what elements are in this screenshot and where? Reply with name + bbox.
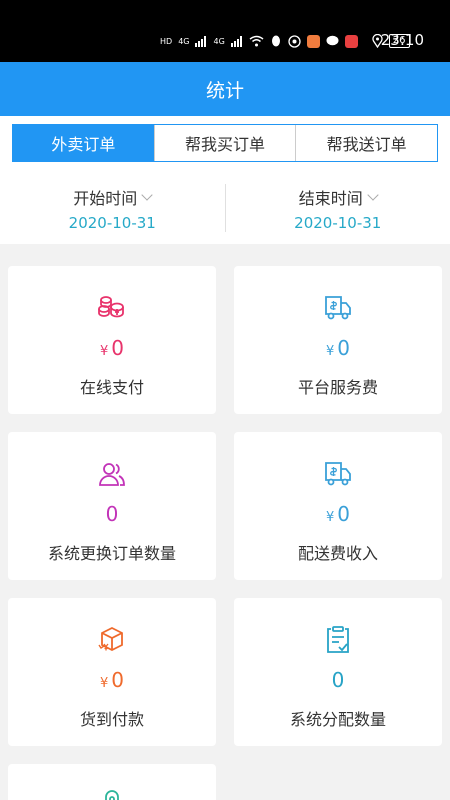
stat-value: 0 (331, 668, 345, 692)
signal-icon (195, 35, 207, 47)
stat-value: 0 (105, 502, 119, 526)
status-bar: HD 4G 4G 26 23:10 (0, 0, 450, 62)
stat-value: 0 (111, 336, 124, 360)
chevron-down-icon (367, 188, 379, 201)
tab-takeout-orders[interactable]: 外卖订单 (13, 125, 154, 161)
location-pin-icon (96, 788, 128, 800)
start-date-picker[interactable]: 开始时间 2020-10-31 (0, 178, 225, 238)
chat-icon (326, 35, 339, 46)
message-app-icon (306, 34, 320, 48)
stat-label: 配送费收入 (297, 544, 378, 563)
stat-label: 系统分配数量 (289, 710, 386, 729)
app-icon (288, 34, 301, 48)
tab-buy-for-me-orders[interactable]: 帮我买订单 (153, 125, 296, 161)
coins-stack-icon (96, 292, 128, 324)
end-date-picker[interactable]: 结束时间 2020-10-31 (226, 178, 450, 238)
delivery-truck-icon (322, 292, 354, 324)
stat-card-system-assigned-count[interactable]: 0 系统分配数量 (234, 598, 442, 746)
stat-value: 0 (337, 336, 350, 360)
currency-symbol: ¥ (325, 344, 335, 359)
clock: 23:10 (380, 31, 424, 49)
network-4g-indicator-2: 4G (213, 36, 225, 46)
stat-label: 货到付款 (79, 710, 144, 729)
stat-card-delivery-fee-income[interactable]: ¥ 0 配送费收入 (234, 432, 442, 580)
stat-card-system-reassigned-orders[interactable]: 0 系统更换订单数量 (8, 432, 216, 580)
stat-card-partial[interactable] (8, 764, 216, 800)
wifi-icon (249, 35, 264, 47)
currency-symbol: ¥ (325, 510, 335, 525)
tab-deliver-for-me-orders[interactable]: 帮我送订单 (295, 125, 438, 161)
end-date-label: 结束时间 (298, 188, 363, 208)
status-icons: HD 4G 4G 26 (160, 30, 410, 52)
end-date-value: 2020-10-31 (294, 213, 382, 232)
package-icon (96, 624, 128, 656)
stat-value: 0 (337, 502, 350, 526)
stat-label: 系统更换订单数量 (47, 544, 176, 563)
start-date-value: 2020-10-31 (68, 213, 156, 232)
stat-card-online-payment[interactable]: ¥ 0 在线支付 (8, 266, 216, 414)
signal-icon-2 (230, 35, 242, 47)
title-bar: 统计 (0, 62, 450, 116)
stat-label: 在线支付 (79, 378, 144, 397)
network-4g-indicator: 4G (178, 36, 190, 46)
notification-app-icon (344, 34, 358, 48)
start-date-label: 开始时间 (73, 188, 138, 208)
date-range: 开始时间 2020-10-31 结束时间 2020-10-31 (0, 178, 450, 238)
currency-symbol: ¥ (99, 676, 109, 691)
stat-value: 0 (111, 668, 124, 692)
delivery-truck-icon (322, 458, 354, 490)
currency-symbol: ¥ (99, 344, 109, 359)
order-type-tabs: 外卖订单 帮我买订单 帮我送订单 (12, 124, 438, 162)
filter-panel: 外卖订单 帮我买订单 帮我送订单 开始时间 2020-10-31 结束时间 20… (0, 116, 450, 244)
stat-card-platform-fee[interactable]: ¥ 0 平台服务费 (234, 266, 442, 414)
page-title: 统计 (205, 79, 244, 102)
users-icon (96, 458, 128, 490)
stat-label: 平台服务费 (297, 378, 378, 397)
clipboard-check-icon (322, 624, 354, 656)
qq-icon (271, 35, 280, 46)
stat-card-cash-on-delivery[interactable]: ¥ 0 货到付款 (8, 598, 216, 746)
chevron-down-icon (141, 188, 153, 201)
network-hd-indicator: HD (160, 36, 173, 46)
